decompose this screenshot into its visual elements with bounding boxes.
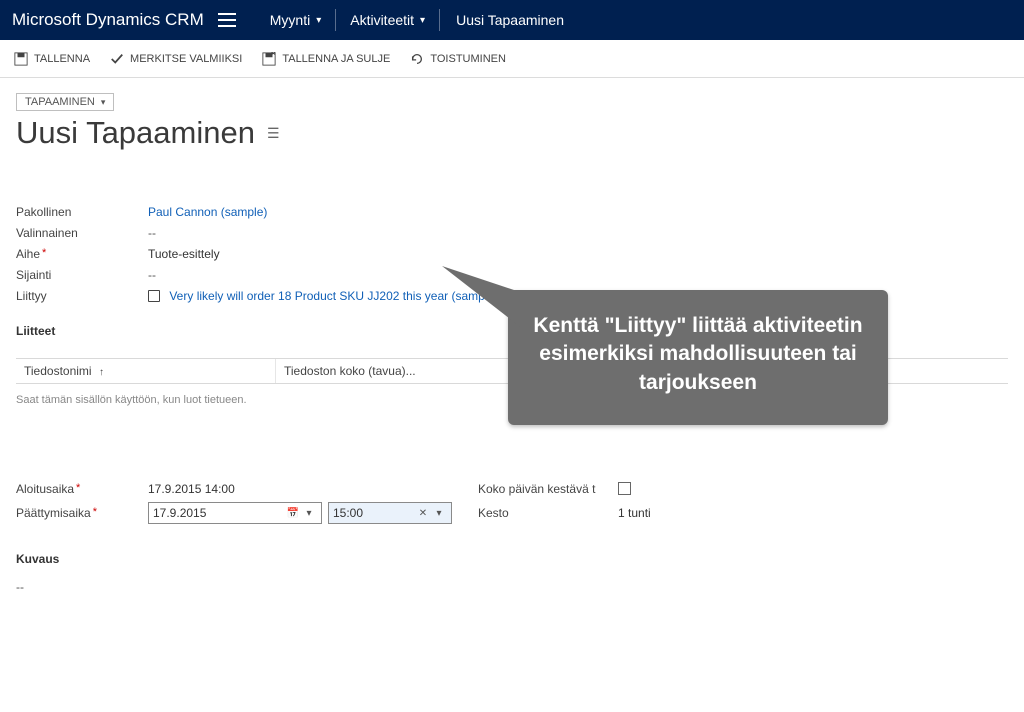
recurrence-button[interactable]: TOISTUMINEN (410, 52, 506, 66)
nav-item-activities-label: Aktiviteetit (350, 12, 414, 28)
end-time-input[interactable]: 15:00 ✕ ▾ (328, 502, 452, 524)
location-value[interactable]: -- (148, 268, 156, 282)
page-title: Uusi Tapaaminen ☰ (16, 115, 1008, 151)
mark-complete-label: MERKITSE VALMIIKSI (130, 53, 242, 65)
sort-asc-icon: ↑ (99, 367, 104, 378)
field-optional: Valinnainen -- (16, 222, 1008, 243)
check-icon (110, 52, 124, 66)
nav-item-activities[interactable]: Aktiviteetit ▾ (338, 12, 437, 28)
chevron-down-icon: ▾ (420, 15, 425, 26)
nav-separator (335, 9, 336, 31)
brand-label: Microsoft Dynamics CRM (12, 10, 204, 30)
callout-arrow-icon (442, 266, 532, 336)
start-value[interactable]: 17.9.2015 14:00 (148, 482, 478, 496)
nav-separator (439, 9, 440, 31)
allday-checkbox[interactable] (618, 482, 631, 495)
chevron-down-icon: ▾ (316, 15, 321, 26)
duration-value[interactable]: 1 tunti (618, 506, 818, 520)
top-navbar: Microsoft Dynamics CRM Myynti ▾ Aktivite… (0, 0, 1024, 40)
clear-icon[interactable]: ✕ (415, 505, 431, 521)
location-label: Sijainti (16, 268, 148, 282)
timing-section: Aloitusaika 17.9.2015 14:00 Koko päivän … (16, 482, 1008, 524)
nav-item-sales-label: Myynti (270, 12, 310, 28)
field-subject: Aihe Tuote-esittely (16, 243, 1008, 264)
save-icon (14, 52, 28, 66)
duration-label: Kesto (478, 506, 618, 520)
end-date-input[interactable]: 17.9.2015 📅 ▾ (148, 502, 322, 524)
list-icon[interactable]: ☰ (267, 125, 280, 142)
allday-label: Koko päivän kestävä t (478, 482, 618, 496)
end-time-text: 15:00 (333, 506, 363, 520)
breadcrumb-current: Uusi Tapaaminen (442, 12, 578, 28)
mark-complete-button[interactable]: MERKITSE VALMIIKSI (110, 52, 242, 66)
required-value[interactable]: Paul Cannon (sample) (148, 205, 267, 219)
chevron-down-icon[interactable]: ▾ (301, 505, 317, 521)
end-datetime-inputs: 17.9.2015 📅 ▾ 15:00 ✕ ▾ (148, 502, 478, 524)
end-date-text: 17.9.2015 (153, 506, 206, 520)
save-close-button[interactable]: TALLENNA JA SULJE (262, 52, 390, 66)
entity-pill-label: TAPAAMINEN (25, 96, 95, 108)
regarding-label: Liittyy (16, 289, 148, 303)
caret-down-icon: ▾ (101, 97, 106, 108)
save-label: TALLENNA (34, 53, 90, 65)
subject-label: Aihe (16, 247, 148, 261)
page-title-text: Uusi Tapaaminen (16, 115, 255, 151)
callout-text: Kenttä "Liittyy" liittää aktiviteetin es… (533, 314, 862, 394)
start-label: Aloitusaika (16, 482, 148, 496)
annotation-callout: Kenttä "Liittyy" liittää aktiviteetin es… (508, 290, 888, 425)
optional-label: Valinnainen (16, 226, 148, 240)
description-value[interactable]: -- (16, 580, 1008, 594)
end-label: Päättymisaika (16, 506, 148, 520)
subject-value[interactable]: Tuote-esittely (148, 247, 220, 261)
command-bar: TALLENNA MERKITSE VALMIIKSI TALLENNA JA … (0, 40, 1024, 78)
recurrence-label: TOISTUMINEN (430, 53, 506, 65)
save-close-icon (262, 52, 276, 66)
refresh-icon (410, 52, 424, 66)
calendar-icon[interactable]: 📅 (285, 505, 301, 521)
opportunity-icon (148, 290, 160, 302)
nav-item-sales[interactable]: Myynti ▾ (258, 12, 333, 28)
col-filename-label: Tiedostonimi (24, 364, 92, 378)
entity-type-dropdown[interactable]: TAPAAMINEN ▾ (16, 93, 114, 111)
col-filename[interactable]: Tiedostonimi ↑ (16, 359, 276, 383)
save-button[interactable]: TALLENNA (14, 52, 90, 66)
description-heading: Kuvaus (16, 552, 1008, 566)
field-required: Pakollinen Paul Cannon (sample) (16, 201, 1008, 222)
chevron-down-icon[interactable]: ▾ (431, 505, 447, 521)
optional-value[interactable]: -- (148, 226, 156, 240)
col-filesize-label: Tiedoston koko (tavua)... (284, 364, 416, 378)
save-close-label: TALLENNA JA SULJE (282, 53, 390, 65)
required-label: Pakollinen (16, 205, 148, 219)
global-nav-icon[interactable] (218, 9, 240, 31)
